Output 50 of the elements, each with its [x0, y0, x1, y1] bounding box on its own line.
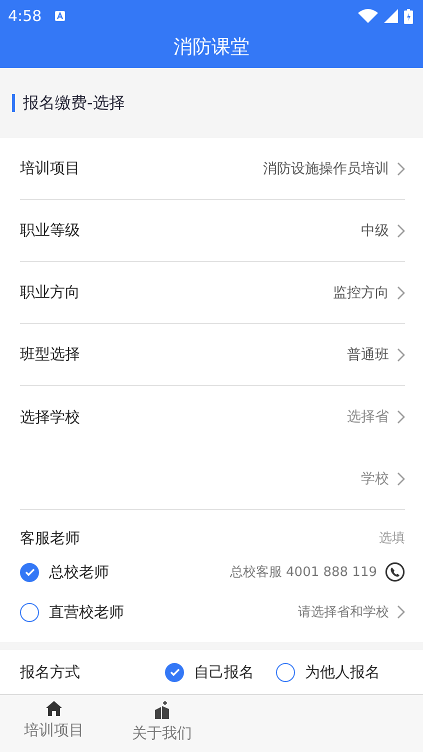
option-detail: 总校客服 4001 888 119: [230, 564, 377, 581]
form-row[interactable]: 培训项目 消防设施操作员培训: [20, 138, 405, 200]
form-row[interactable]: 班型选择 普通班: [20, 324, 405, 386]
field-label: 客服老师: [20, 528, 80, 548]
row-label: 班型选择: [20, 345, 80, 364]
row-value: 选择省: [347, 408, 389, 426]
nav-tab[interactable]: 培训项目: [0, 701, 108, 752]
building-icon: [153, 701, 171, 719]
clock-time: 4:58: [8, 7, 42, 25]
radio-button[interactable]: [276, 662, 295, 682]
row-value: 学校: [361, 470, 389, 488]
row-label: 培训项目: [20, 159, 80, 178]
wifi-icon: [358, 9, 378, 23]
chevron-right-icon: [397, 162, 405, 176]
house-icon: [46, 701, 62, 716]
field-label: 报名方式: [20, 662, 81, 682]
signal-icon: [384, 9, 398, 23]
phone-icon: [385, 562, 405, 582]
radio-button[interactable]: [165, 662, 184, 682]
checkmark-icon: [24, 566, 36, 578]
radio-button[interactable]: [20, 602, 39, 622]
row-value: 监控方向: [333, 284, 389, 302]
chevron-right-icon: [397, 348, 405, 362]
row-value: 中级: [361, 222, 389, 240]
chevron-right-icon: [397, 472, 405, 486]
row-label: 职业方向: [20, 283, 80, 302]
row-label: 职业等级: [20, 221, 80, 240]
chevron-right-icon: [397, 286, 405, 300]
nav-tab[interactable]: 关于我们: [108, 701, 216, 752]
app-title: 消防课堂: [174, 35, 250, 60]
chevron-right-icon: [397, 605, 405, 619]
chevron-right-icon: [397, 224, 405, 238]
option-label: 为他人报名: [305, 662, 380, 682]
option-label: 自己报名: [194, 662, 254, 682]
option-detail: 请选择省和学校: [298, 604, 389, 621]
optional-hint: 选填: [379, 530, 405, 547]
form-row[interactable]: 职业方向 监控方向: [20, 262, 405, 324]
radio-button[interactable]: [20, 562, 39, 582]
row-value: 普通班: [347, 346, 389, 364]
form-row[interactable]: 职业等级 中级: [20, 200, 405, 262]
row-label: 选择学校: [20, 408, 80, 426]
option-label: 总校老师: [49, 562, 109, 582]
row-value: 消防设施操作员培训: [263, 160, 389, 178]
section-heading: 报名缴费-选择: [12, 94, 125, 112]
battery-icon: [404, 8, 413, 24]
keyboard-icon: [54, 10, 66, 22]
form-row[interactable]: 选择学校 选择省: [20, 386, 405, 448]
chevron-right-icon: [397, 410, 405, 424]
option-label: 直营校老师: [49, 602, 124, 622]
checkmark-icon: [168, 666, 180, 678]
